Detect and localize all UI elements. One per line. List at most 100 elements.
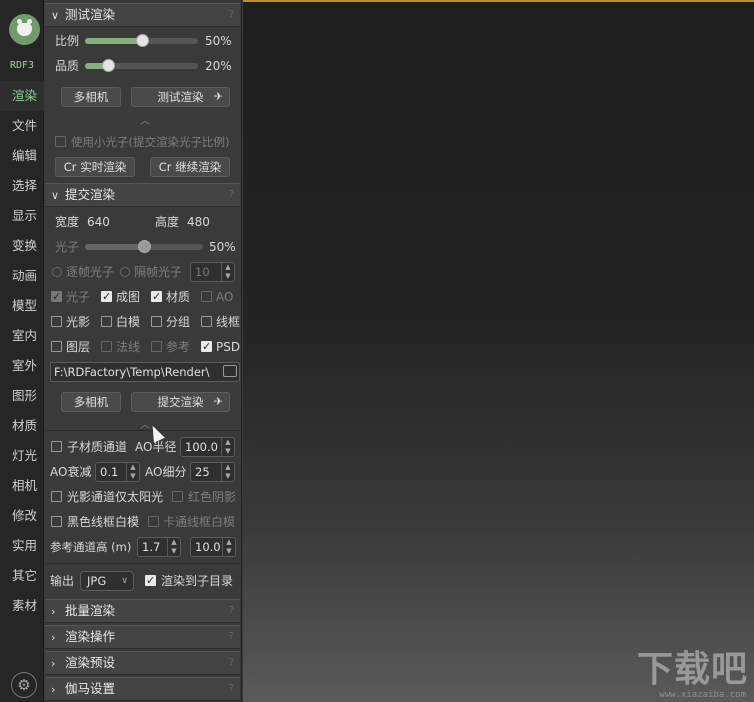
section-header-collapsed[interactable]: › 渲染预设? bbox=[45, 651, 240, 675]
spinner-arrows-icon[interactable]: ▲ ▼ bbox=[221, 263, 234, 281]
ao-radius-spinner[interactable]: 100.0 ▲ ▼ bbox=[180, 437, 235, 457]
channels-row-3: 图层 法线 参考 PSD bbox=[45, 336, 240, 358]
photon-slider[interactable] bbox=[85, 240, 203, 253]
multi-camera-button[interactable]: 多相机 bbox=[61, 87, 121, 107]
section-header-collapsed[interactable]: › 伽马设置? bbox=[45, 677, 240, 701]
width-value[interactable]: 640 bbox=[87, 211, 110, 233]
subdir-checkbox[interactable] bbox=[145, 570, 156, 592]
spinner-arrows-icon[interactable]: ▲ ▼ bbox=[167, 538, 180, 556]
red-shadow-checkbox[interactable] bbox=[172, 491, 183, 502]
channel-checkbox[interactable] bbox=[201, 291, 212, 302]
spinner-arrows-icon[interactable]: ▲ ▼ bbox=[221, 438, 234, 456]
ratio-slider[interactable] bbox=[85, 34, 198, 47]
settings-gear-icon[interactable]: ⚙ bbox=[11, 672, 37, 698]
folder-icon[interactable] bbox=[223, 365, 237, 377]
slider-knob[interactable] bbox=[138, 240, 151, 253]
chevron-right-icon: › bbox=[51, 683, 56, 696]
ratio-label: 比例 bbox=[55, 34, 80, 48]
nav-item[interactable]: 显示 bbox=[0, 201, 44, 231]
channel-checkbox[interactable] bbox=[51, 341, 62, 352]
help-icon[interactable]: ? bbox=[229, 652, 234, 674]
black-wire-checkbox[interactable] bbox=[51, 516, 62, 527]
ao-falloff-spinner[interactable]: 0.1 ▲ ▼ bbox=[95, 462, 140, 482]
channel-checkbox[interactable] bbox=[51, 286, 62, 308]
channel-checkbox[interactable] bbox=[201, 316, 212, 327]
section-header-collapsed[interactable]: › 渲染操作? bbox=[45, 625, 240, 649]
channel-checkbox[interactable] bbox=[201, 336, 212, 358]
channel-checkbox[interactable] bbox=[51, 316, 62, 327]
channel-checkbox[interactable] bbox=[101, 286, 112, 308]
channel-label: 材质 bbox=[166, 290, 191, 304]
quality-slider[interactable] bbox=[85, 59, 198, 72]
nav-item[interactable]: 文件 bbox=[0, 111, 44, 141]
skip-frame-label: 隔帧光子 bbox=[134, 265, 183, 279]
nav-item[interactable]: 实用 bbox=[0, 531, 44, 561]
output-path-input[interactable]: F:\RDFactory\Temp\Render\ bbox=[50, 362, 240, 382]
render-viewport[interactable]: 下载吧 www.xiazaiba.com bbox=[243, 0, 754, 702]
help-icon[interactable]: ? bbox=[229, 4, 234, 26]
ref-a-spinner[interactable]: 1.7 ▲ ▼ bbox=[137, 537, 181, 557]
nav-item[interactable]: 素材 bbox=[0, 591, 44, 621]
nav-item[interactable]: 编辑 bbox=[0, 141, 44, 171]
app-logo[interactable] bbox=[9, 14, 40, 45]
help-icon[interactable]: ? bbox=[229, 600, 234, 622]
nav-item[interactable]: 图形 bbox=[0, 381, 44, 411]
nav-item[interactable]: 变换 bbox=[0, 231, 44, 261]
channel-checkbox[interactable] bbox=[151, 341, 162, 352]
channel-label: AO bbox=[216, 290, 234, 304]
test-render-button[interactable]: 测试渲染 ✈ bbox=[131, 87, 230, 107]
ref-b-spinner[interactable]: 10.0 ▲ ▼ bbox=[190, 537, 236, 557]
slider-knob[interactable] bbox=[101, 59, 115, 72]
channel-checkbox[interactable] bbox=[151, 316, 162, 327]
cartoon-wire-checkbox[interactable] bbox=[148, 516, 159, 527]
nav-item[interactable]: 渲染 bbox=[0, 81, 44, 111]
per-frame-radio[interactable] bbox=[52, 267, 62, 277]
help-icon[interactable]: ? bbox=[229, 626, 234, 648]
channels-row-1: 光子 成图 材质 AO bbox=[45, 286, 240, 308]
help-icon[interactable]: ? bbox=[229, 184, 234, 206]
collapse-caret-icon[interactable]: ︿ bbox=[139, 112, 151, 127]
section-header-collapsed[interactable]: › 批量渲染? bbox=[45, 599, 240, 623]
sub-material-checkbox[interactable] bbox=[51, 441, 62, 452]
small-photon-row: 使用小光子(提交渲染光子比例) bbox=[45, 131, 240, 153]
quality-row: 品质 20% bbox=[45, 55, 240, 77]
nav-item[interactable]: 相机 bbox=[0, 471, 44, 501]
nav-item[interactable]: 室外 bbox=[0, 351, 44, 381]
width-label: 宽度 bbox=[55, 215, 80, 229]
spinner-arrows-icon[interactable]: ▲ ▼ bbox=[126, 463, 139, 481]
cr-realtime-button[interactable]: Cr 实时渲染 bbox=[55, 157, 135, 177]
multi-camera-button-2[interactable]: 多相机 bbox=[61, 392, 121, 412]
skip-frame-spinner[interactable]: 10 ▲ ▼ bbox=[190, 262, 235, 282]
light-row: 光影通道仅太阳光 红色阴影 bbox=[45, 486, 240, 508]
divider bbox=[45, 430, 240, 431]
section-header-test-render[interactable]: ∨ 测试渲染 ? bbox=[45, 3, 240, 27]
section-header-submit-render[interactable]: ∨ 提交渲染 ? bbox=[45, 183, 240, 207]
sun-only-checkbox[interactable] bbox=[51, 491, 62, 502]
output-format-select[interactable]: JPG ∨ bbox=[80, 571, 134, 591]
ao-subdiv-spinner[interactable]: 25 ▲ ▼ bbox=[190, 462, 235, 482]
channel-checkbox[interactable] bbox=[151, 286, 162, 308]
nav-item[interactable]: 其它 bbox=[0, 561, 44, 591]
cr-continue-button[interactable]: Cr 继续渲染 bbox=[150, 157, 230, 177]
red-shadow-label: 红色阴影 bbox=[188, 490, 237, 504]
spinner-arrows-icon[interactable]: ▲ ▼ bbox=[221, 463, 234, 481]
nav-item[interactable]: 灯光 bbox=[0, 441, 44, 471]
nav-item[interactable]: 修改 bbox=[0, 501, 44, 531]
channel-checkbox[interactable] bbox=[101, 316, 112, 327]
submit-render-button[interactable]: 提交渲染 ✈ bbox=[131, 392, 230, 412]
output-path-value: F:\RDFactory\Temp\Render\ bbox=[54, 365, 210, 379]
slider-knob[interactable] bbox=[135, 34, 149, 47]
sun-only-label: 光影通道仅太阳光 bbox=[67, 490, 164, 504]
nav-item[interactable]: 动画 bbox=[0, 261, 44, 291]
channel-checkbox[interactable] bbox=[101, 341, 112, 352]
help-icon[interactable]: ? bbox=[229, 678, 234, 700]
nav-item[interactable]: 选择 bbox=[0, 171, 44, 201]
nav-item[interactable]: 室内 bbox=[0, 321, 44, 351]
nav-item[interactable]: 模型 bbox=[0, 291, 44, 321]
spinner-arrows-icon[interactable]: ▲ ▼ bbox=[222, 538, 235, 556]
nav-item[interactable]: 材质 bbox=[0, 411, 44, 441]
photon-value: 50% bbox=[209, 240, 236, 254]
small-photon-checkbox[interactable] bbox=[55, 136, 66, 147]
height-value[interactable]: 480 bbox=[187, 211, 210, 233]
skip-frame-radio[interactable] bbox=[120, 267, 130, 277]
